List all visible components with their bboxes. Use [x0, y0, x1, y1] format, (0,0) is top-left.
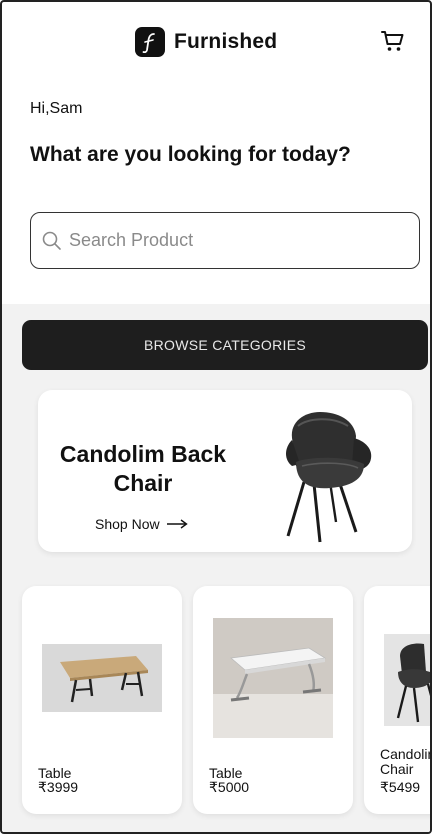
product-image-chair — [384, 634, 430, 731]
shop-now-link[interactable]: Shop Now — [95, 516, 188, 532]
product-price: ₹5499 — [380, 779, 421, 795]
banner-chair-image — [270, 404, 380, 544]
product-price: ₹5000 — [209, 779, 250, 795]
arrow-right-icon — [166, 516, 188, 532]
product-name: Candolim Chair — [380, 746, 430, 777]
search-box[interactable] — [30, 212, 420, 269]
shop-now-label: Shop Now — [95, 516, 160, 532]
product-price: ₹3999 — [38, 779, 79, 795]
product-card[interactable]: Candolim Chair ₹5499 — [364, 586, 430, 814]
brand-name: Furnished — [174, 30, 278, 53]
product-card[interactable]: Table ₹5000 — [193, 586, 353, 814]
greeting-text: Hi,Sam — [30, 100, 83, 117]
search-input[interactable] — [69, 230, 389, 251]
search-icon — [41, 230, 63, 252]
product-card[interactable]: Table ₹3999 — [22, 586, 182, 814]
page-title: What are you looking for today? — [30, 143, 351, 166]
content-area: BROWSE CATEGORIES Candolim Back Chair Sh… — [2, 304, 430, 832]
app-frame: Furnished Hi,Sam What are you looking fo… — [0, 0, 432, 834]
cart-icon[interactable] — [380, 28, 406, 54]
brand[interactable]: Furnished — [135, 27, 277, 57]
product-image-table — [42, 644, 162, 717]
app-header: Furnished — [2, 2, 430, 82]
banner-title: Candolim Back Chair — [59, 441, 227, 496]
browse-categories-button[interactable]: BROWSE CATEGORIES — [22, 320, 428, 370]
logo-icon — [135, 27, 165, 57]
product-image-table — [213, 618, 333, 743]
promo-banner[interactable]: Candolim Back Chair Shop Now — [38, 390, 412, 552]
